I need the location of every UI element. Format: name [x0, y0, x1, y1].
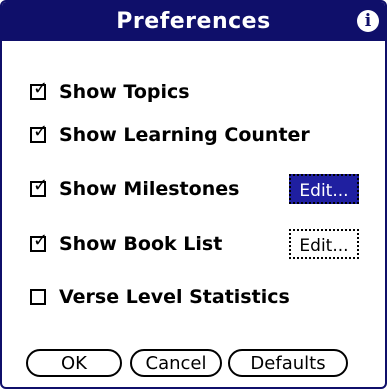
edit-book-list-button[interactable]: Edit... — [289, 229, 359, 259]
option-label: Show Topics — [59, 81, 190, 103]
option-show-topics[interactable]: ✓ Show Topics — [30, 77, 190, 107]
option-verse-level-statistics[interactable]: Verse Level Statistics — [30, 282, 290, 312]
preferences-dialog: Preferences i ✓ Show Topics ✓ Show Learn… — [0, 0, 387, 389]
checkmark-icon: ✓ — [33, 121, 49, 142]
checkbox-show-book-list[interactable]: ✓ — [30, 232, 48, 252]
option-label: Show Book List — [59, 233, 223, 255]
checkmark-icon: ✓ — [33, 78, 49, 99]
edit-milestones-button[interactable]: Edit... — [289, 174, 359, 204]
option-show-milestones[interactable]: ✓ Show Milestones — [30, 174, 239, 204]
checkbox-show-milestones[interactable]: ✓ — [30, 177, 48, 197]
checkbox-show-topics[interactable]: ✓ — [30, 80, 48, 100]
checkbox-show-learning-counter[interactable]: ✓ — [30, 123, 48, 143]
info-icon[interactable]: i — [357, 10, 379, 32]
option-label: Show Milestones — [59, 178, 240, 200]
option-label: Verse Level Statistics — [59, 286, 290, 308]
option-show-learning-counter[interactable]: ✓ Show Learning Counter — [30, 120, 310, 150]
option-label: Show Learning Counter — [59, 124, 310, 146]
cancel-button[interactable]: Cancel — [130, 349, 222, 377]
defaults-button[interactable]: Defaults — [228, 349, 348, 377]
checkmark-icon: ✓ — [33, 175, 49, 196]
checkmark-icon: ✓ — [33, 230, 49, 251]
option-show-book-list[interactable]: ✓ Show Book List — [30, 229, 222, 259]
title-bar: Preferences i — [2, 2, 385, 41]
dialog-title: Preferences — [116, 9, 271, 34]
ok-button[interactable]: OK — [26, 349, 122, 377]
checkbox-verse-level-statistics[interactable] — [30, 289, 46, 305]
